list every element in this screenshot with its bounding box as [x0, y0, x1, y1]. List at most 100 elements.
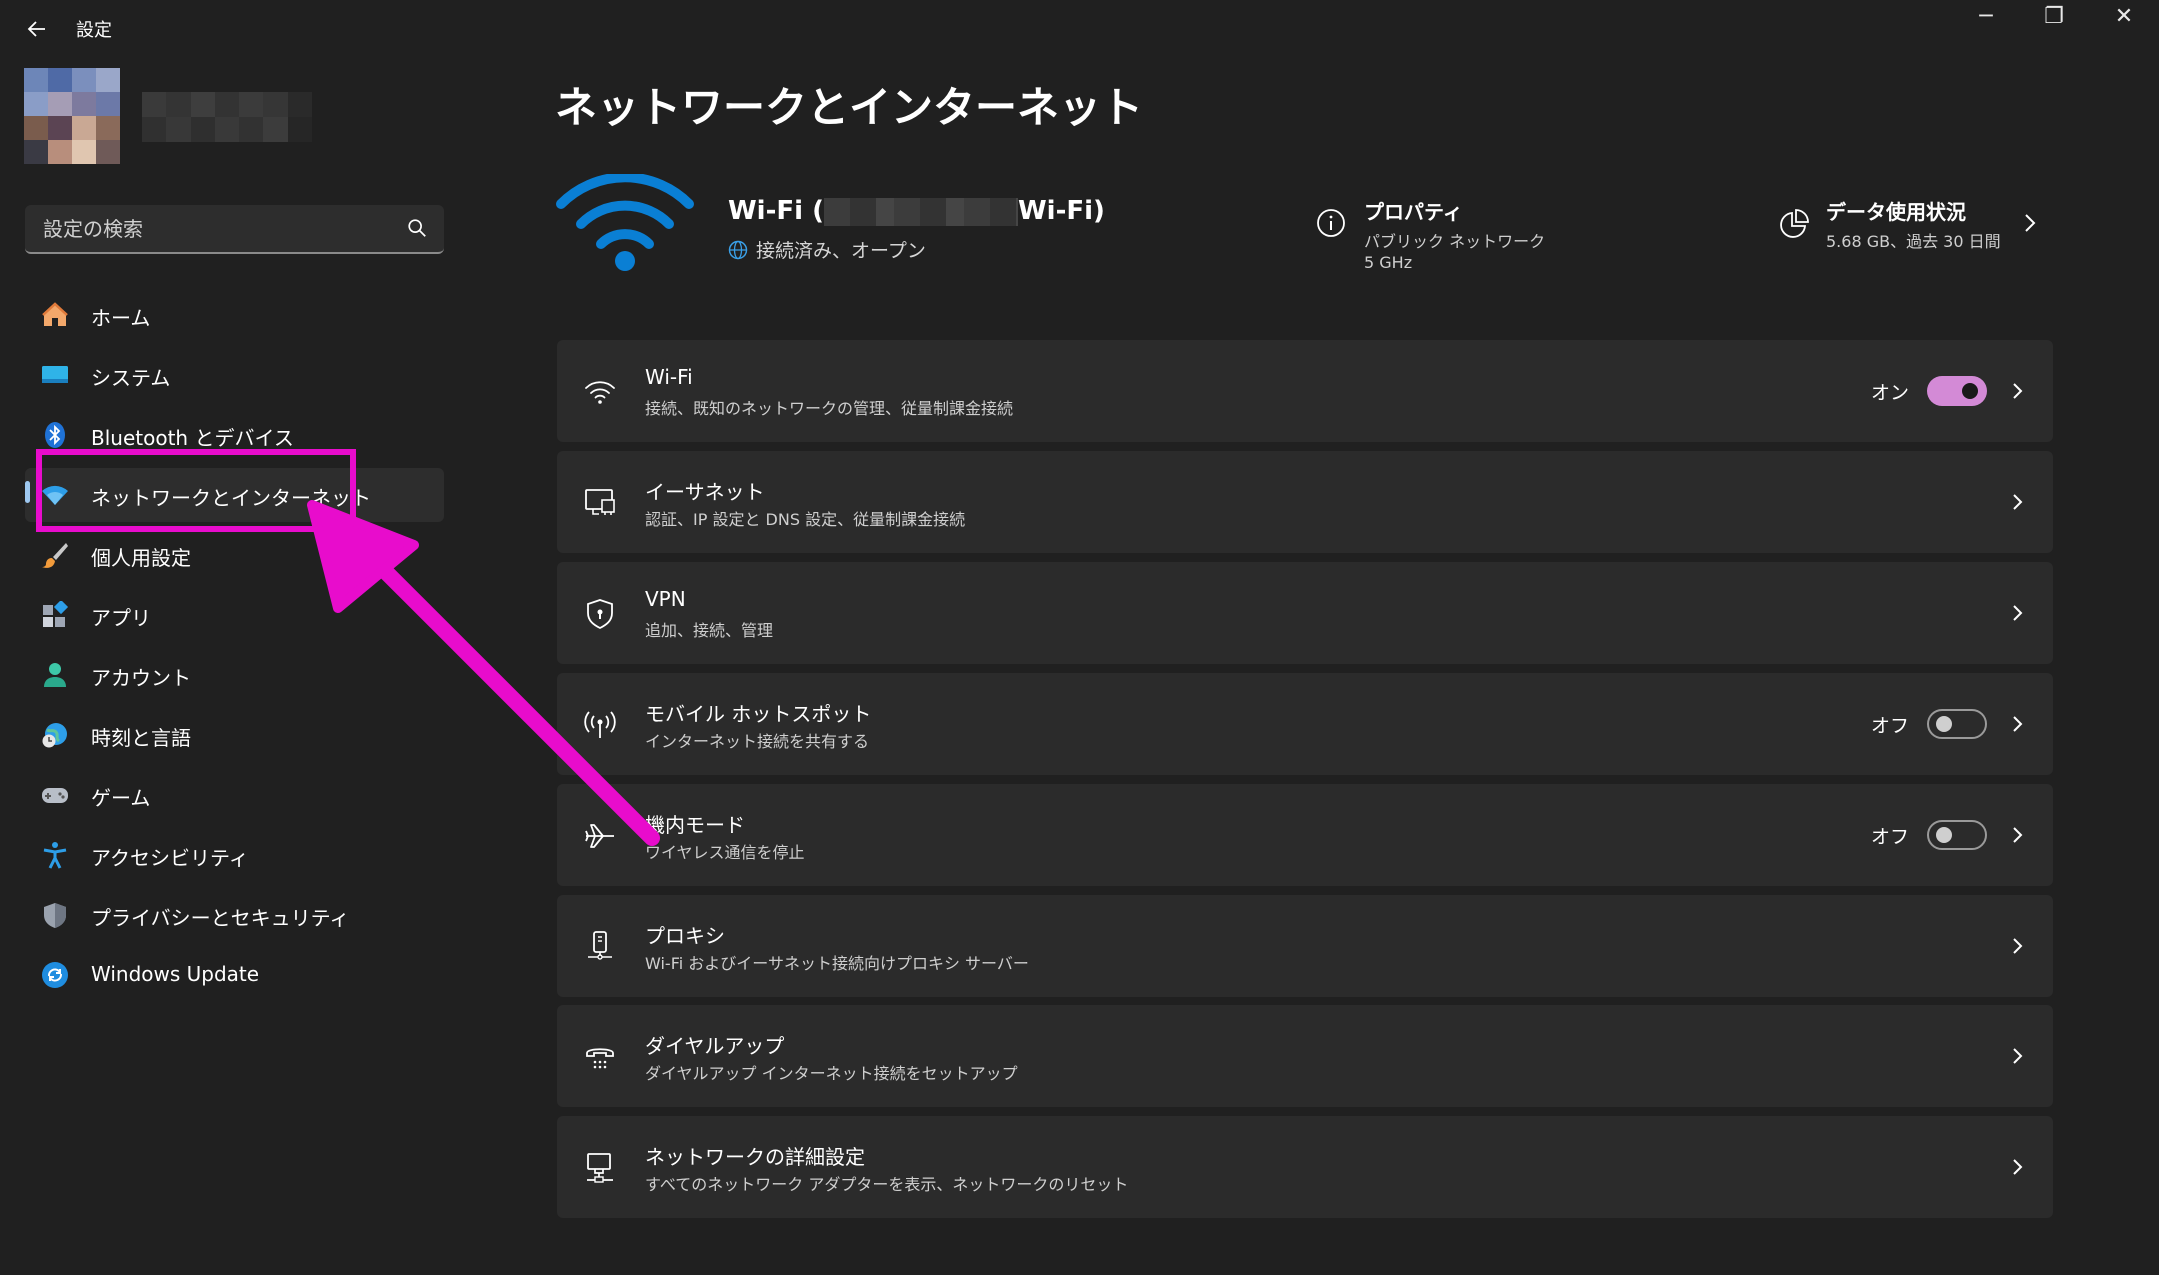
avatar[interactable] — [24, 68, 120, 164]
wifi-toggle[interactable] — [1927, 376, 1987, 406]
card-vpn[interactable]: VPN 追加、接続、管理 — [557, 562, 2053, 664]
card-subtitle: 追加、接続、管理 — [645, 621, 774, 640]
minimize-button[interactable]: ─ — [1952, 0, 2020, 40]
chevron-right-icon[interactable] — [2009, 1153, 2027, 1181]
app-title: 設定 — [76, 20, 112, 41]
sidebar-item-accessibility[interactable]: アクセシビリティ — [25, 828, 444, 882]
accessibility-icon — [43, 842, 67, 869]
network-name-prefix: Wi-Fi ( — [728, 196, 824, 226]
back-button[interactable] — [20, 14, 54, 44]
chevron-right-icon[interactable] — [2009, 1042, 2027, 1070]
card-subtitle: すべてのネットワーク アダプターを表示、ネットワークのリセット — [645, 1175, 1129, 1194]
sidebar-item-label: ホーム — [91, 306, 151, 330]
wifi-large-icon — [556, 174, 694, 271]
sidebar-item-label: アカウント — [91, 666, 191, 690]
sidebar-item-time-language[interactable]: 時刻と言語 — [25, 708, 444, 762]
card-subtitle: Wi-Fi およびイーサネット接続向けプロキシ サーバー — [645, 954, 1029, 973]
sidebar-item-label: アクセシビリティ — [91, 846, 249, 870]
chevron-right-icon[interactable] — [2009, 821, 2027, 849]
card-advanced-network[interactable]: ネットワークの詳細設定 すべてのネットワーク アダプターを表示、ネットワークのリ… — [557, 1116, 2053, 1218]
sidebar-item-label: アプリ — [91, 606, 151, 630]
title-bar: 設定 ─ ❐ ✕ — [0, 0, 2159, 56]
card-ethernet[interactable]: イーサネット 認証、IP 設定と DNS 設定、従量制課金接続 — [557, 451, 2053, 553]
card-title: 機内モード — [645, 813, 745, 837]
chevron-right-icon[interactable] — [2009, 488, 2027, 516]
toggle-knob — [1962, 383, 1978, 399]
card-subtitle: ダイヤルアップ インターネット接続をセットアップ — [645, 1064, 1018, 1083]
chevron-right-icon[interactable] — [2009, 932, 2027, 960]
airplane-mode-toggle[interactable] — [1927, 820, 1987, 850]
update-icon — [42, 962, 68, 988]
toggle-knob — [1936, 716, 1952, 732]
chevron-right-icon[interactable] — [2009, 599, 2027, 627]
chevron-right-icon[interactable] — [2009, 710, 2027, 738]
info-icon[interactable] — [1316, 208, 1346, 238]
search-input[interactable] — [41, 205, 395, 253]
card-title: プロキシ — [645, 924, 725, 948]
data-usage-link[interactable]: データ使用状況 — [1826, 196, 1966, 225]
hotspot-toggle[interactable] — [1927, 709, 1987, 739]
sidebar-item-privacy[interactable]: プライバシーとセキュリティ — [25, 888, 444, 942]
ethernet-icon — [585, 489, 615, 515]
wifi-icon — [585, 381, 615, 404]
settings-search[interactable] — [25, 205, 444, 254]
network-name-suffix: Wi-Fi) — [1018, 196, 1105, 226]
sidebar-item-label: プライバシーとセキュリティ — [91, 906, 350, 930]
network-advanced-icon — [587, 1153, 613, 1183]
network-type: パブリック ネットワーク — [1364, 232, 1546, 251]
globe-icon — [728, 240, 748, 260]
card-airplane-mode[interactable]: 機内モード ワイヤレス通信を停止 オフ — [557, 784, 2053, 886]
dialup-icon — [586, 1048, 614, 1069]
card-title: ネットワークの詳細設定 — [645, 1145, 865, 1169]
card-subtitle: ワイヤレス通信を停止 — [645, 843, 805, 862]
card-wifi[interactable]: Wi-Fi 接続、既知のネットワークの管理、従量制課金接続 オン — [557, 340, 2053, 442]
card-subtitle: 認証、IP 設定と DNS 設定、従量制課金接続 — [645, 510, 966, 529]
card-title: VPN — [645, 587, 686, 611]
search-icon[interactable] — [406, 217, 428, 239]
card-dialup[interactable]: ダイヤルアップ ダイヤルアップ インターネット接続をセットアップ — [557, 1005, 2053, 1107]
card-title: Wi-Fi — [645, 365, 693, 389]
sidebar-item-label: Windows Update — [91, 962, 260, 986]
sidebar-item-label: 時刻と言語 — [91, 726, 191, 750]
toggle-knob — [1936, 827, 1952, 843]
sidebar-item-personalization[interactable]: 個人用設定 — [25, 528, 444, 582]
close-button[interactable]: ✕ — [2090, 0, 2158, 40]
restore-button[interactable]: ❐ — [2020, 0, 2088, 40]
connection-status: 接続済み、オープン — [728, 236, 926, 263]
card-subtitle: インターネット接続を共有する — [645, 732, 870, 751]
brush-icon — [42, 543, 68, 568]
bluetooth-icon — [45, 422, 65, 448]
proxy-icon — [588, 931, 612, 960]
account-icon — [44, 663, 66, 687]
chevron-right-icon[interactable] — [2009, 377, 2027, 405]
vpn-shield-icon — [587, 599, 613, 630]
toggle-state-label: オフ — [1870, 715, 1909, 737]
home-icon — [42, 302, 68, 326]
sidebar-item-accounts[interactable]: アカウント — [25, 648, 444, 702]
card-proxy[interactable]: プロキシ Wi-Fi およびイーサネット接続向けプロキシ サーバー — [557, 895, 2053, 997]
selection-indicator — [25, 481, 30, 503]
card-subtitle: 接続、既知のネットワークの管理、従量制課金接続 — [645, 399, 1014, 418]
hotspot-icon — [584, 711, 616, 738]
sidebar-item-label: Bluetooth とデバイス — [91, 426, 294, 450]
sidebar-item-windows-update[interactable]: Windows Update — [25, 948, 444, 1002]
card-title: イーサネット — [645, 480, 765, 504]
gamepad-icon — [42, 788, 68, 803]
system-icon — [42, 366, 68, 383]
sidebar-item-gaming[interactable]: ゲーム — [25, 768, 444, 822]
card-title: ダイヤルアップ — [645, 1034, 785, 1058]
properties-link[interactable]: プロパティ — [1364, 196, 1463, 225]
network-band: 5 GHz — [1364, 253, 1413, 272]
pie-chart-icon[interactable] — [1778, 208, 1810, 240]
sidebar-item-apps[interactable]: アプリ — [25, 588, 444, 642]
sidebar-item-system[interactable]: システム — [25, 348, 444, 402]
network-name-redacted — [824, 197, 1018, 226]
toggle-state-label: オン — [1870, 382, 1909, 404]
card-mobile-hotspot[interactable]: モバイル ホットスポット インターネット接続を共有する オフ — [557, 673, 2053, 775]
sidebar-item-label: 個人用設定 — [91, 546, 191, 570]
apps-icon — [43, 601, 69, 627]
page-title: ネットワークとインターネット — [555, 83, 1144, 132]
sidebar-item-home[interactable]: ホーム — [25, 288, 444, 342]
connection-status-text: 接続済み、オープン — [756, 240, 926, 262]
chevron-right-icon[interactable] — [2020, 208, 2040, 238]
